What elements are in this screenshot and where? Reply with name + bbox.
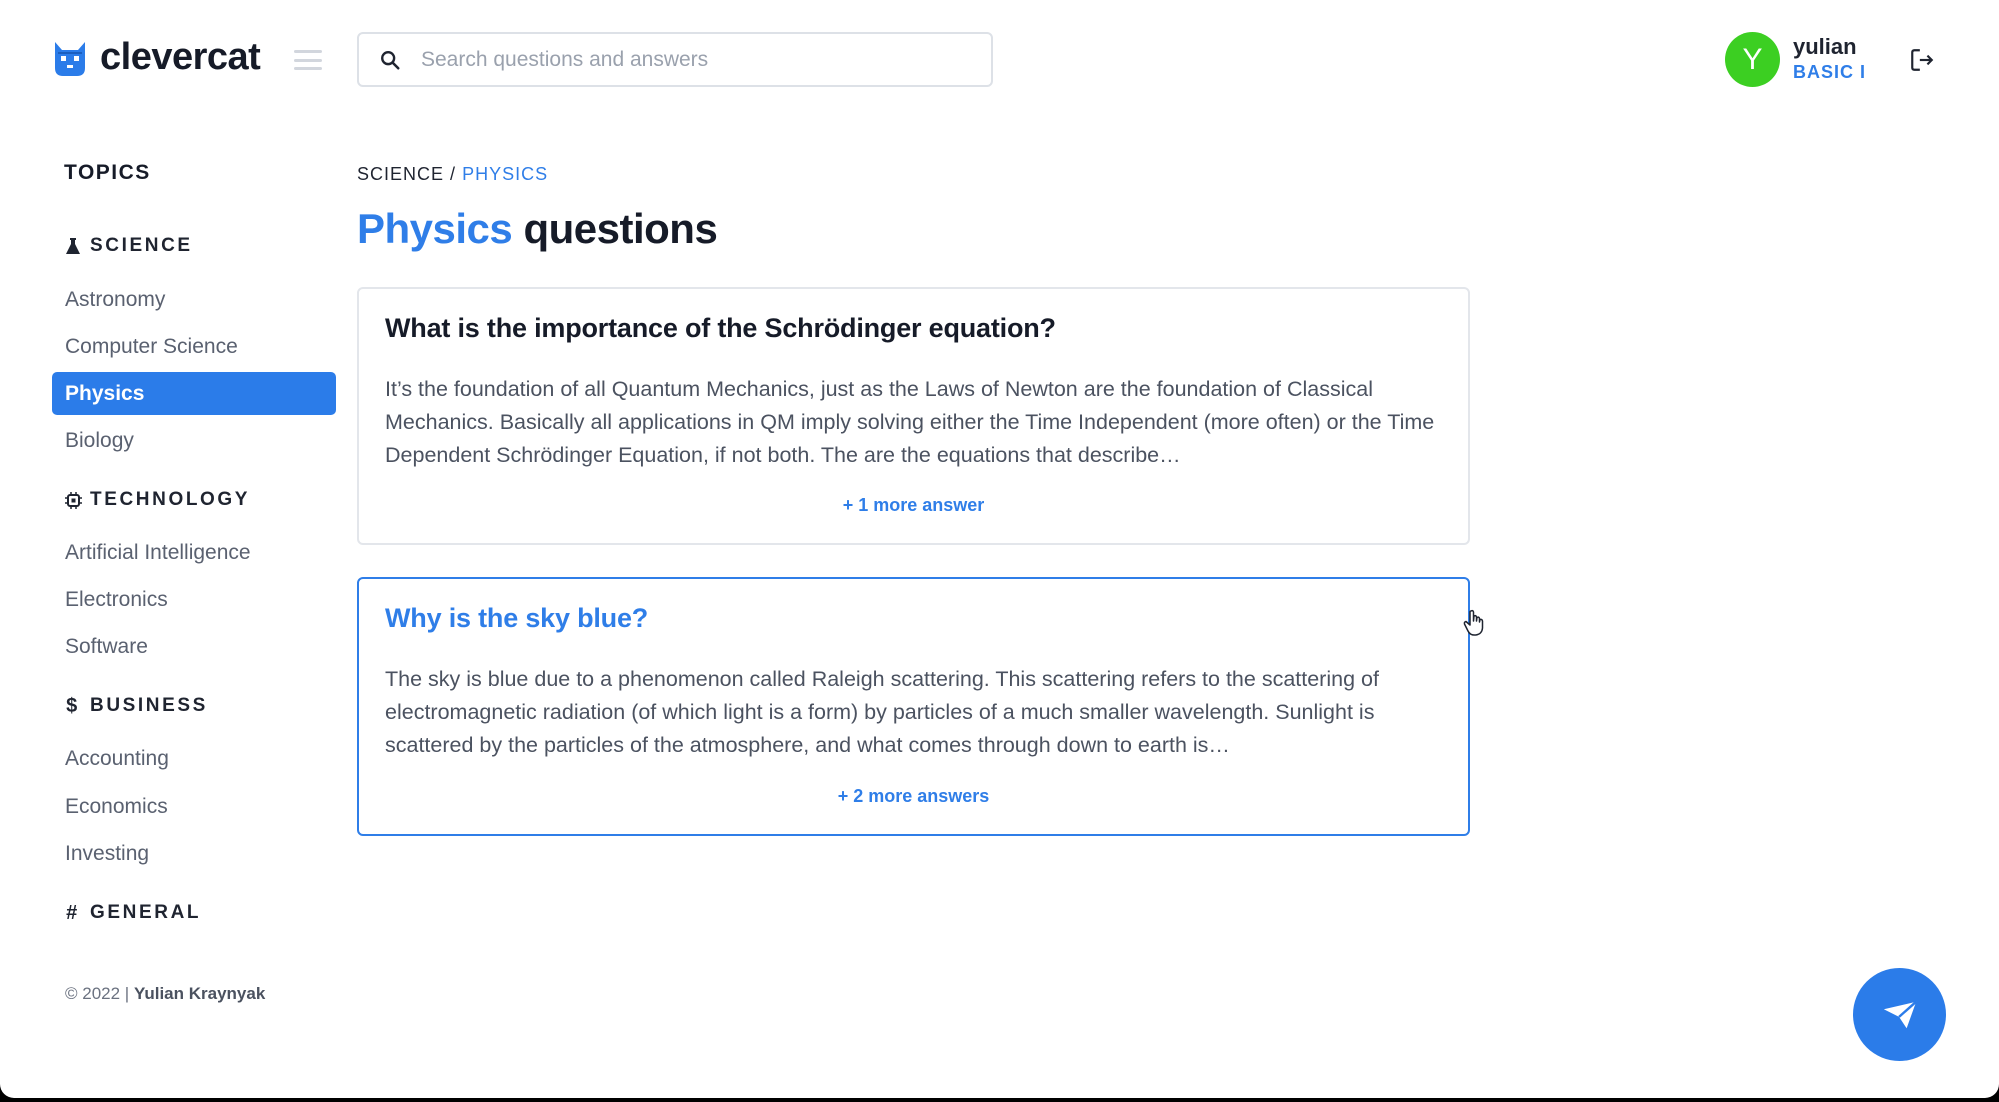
- flask-icon: [64, 237, 82, 255]
- category-label: SCIENCE: [90, 235, 193, 256]
- topics-title: TOPICS: [64, 161, 151, 184]
- breadcrumb-separator: /: [450, 164, 457, 184]
- sidebar-item-computer-science[interactable]: Computer Science: [52, 325, 336, 368]
- ask-question-button[interactable]: [1853, 968, 1946, 1061]
- sidebar-item-astronomy[interactable]: Astronomy: [52, 278, 336, 321]
- sidebar-item-accounting[interactable]: Accounting: [52, 737, 336, 780]
- category-science[interactable]: SCIENCE: [64, 235, 193, 257]
- breadcrumb: SCIENCE / PHYSICS: [357, 164, 548, 185]
- cat-logo-icon: [55, 41, 85, 76]
- more-answers-link[interactable]: + 1 more answer: [359, 495, 1468, 516]
- category-label: BUSINESS: [90, 695, 208, 716]
- question-card[interactable]: Why is the sky blue? The sky is blue due…: [357, 577, 1484, 836]
- hash-icon: #: [66, 901, 80, 924]
- breadcrumb-current: PHYSICS: [462, 164, 549, 184]
- sidebar-item-software[interactable]: Software: [52, 625, 336, 668]
- category-technology[interactable]: TECHNOLOGY: [64, 489, 250, 511]
- sidebar-item-investing[interactable]: Investing: [52, 832, 336, 875]
- logout-icon[interactable]: [1909, 47, 1935, 73]
- footer: © 2022 | Yulian Kraynyak: [65, 984, 265, 1004]
- hamburger-icon[interactable]: [294, 50, 322, 70]
- avatar[interactable]: Y: [1725, 32, 1780, 87]
- author-link[interactable]: Yulian Kraynyak: [134, 984, 265, 1003]
- page-title: Physics questions: [357, 205, 718, 253]
- dollar-icon: $: [66, 694, 80, 717]
- sidebar-item-physics[interactable]: Physics: [52, 372, 336, 415]
- chip-icon: [64, 491, 82, 509]
- sidebar-item-biology[interactable]: Biology: [52, 419, 336, 462]
- more-answers-link[interactable]: + 2 more answers: [359, 786, 1468, 807]
- search-box[interactable]: [357, 32, 993, 87]
- answer-preview: It’s the foundation of all Quantum Mecha…: [385, 377, 1435, 467]
- sidebar-item-artificial-intelligence[interactable]: Artificial Intelligence: [52, 531, 336, 574]
- search-icon: [381, 50, 400, 70]
- hand-cursor-icon: [1463, 609, 1484, 636]
- question-title[interactable]: What is the importance of the Schrödinge…: [385, 313, 1056, 344]
- category-label: GENERAL: [90, 902, 202, 923]
- breadcrumb-parent[interactable]: SCIENCE: [357, 164, 444, 184]
- answer-preview: The sky is blue due to a phenomenon call…: [385, 667, 1379, 757]
- app-name: clevercat: [100, 36, 261, 78]
- sidebar-item-electronics[interactable]: Electronics: [52, 578, 336, 621]
- copyright-text: © 2022 |: [65, 984, 130, 1003]
- sidebar-item-economics[interactable]: Economics: [52, 785, 336, 828]
- search-input[interactable]: [421, 47, 981, 72]
- user-plan-badge: BASIC I: [1793, 62, 1867, 82]
- category-business[interactable]: $ BUSINESS: [64, 695, 208, 717]
- category-general[interactable]: # GENERAL: [64, 902, 201, 924]
- page: clevercat Y yulian BASIC I TOPICS SCIENC…: [0, 0, 1999, 1098]
- category-label: TECHNOLOGY: [90, 489, 251, 510]
- page-title-topic: Physics: [357, 205, 513, 252]
- page-title-rest: questions: [523, 205, 718, 252]
- question-title[interactable]: Why is the sky blue?: [385, 603, 648, 634]
- send-icon: [1883, 1000, 1917, 1028]
- app-logo[interactable]: clevercat: [52, 36, 261, 79]
- user-name: yulian: [1793, 34, 1857, 59]
- question-card[interactable]: What is the importance of the Schrödinge…: [357, 287, 1470, 545]
